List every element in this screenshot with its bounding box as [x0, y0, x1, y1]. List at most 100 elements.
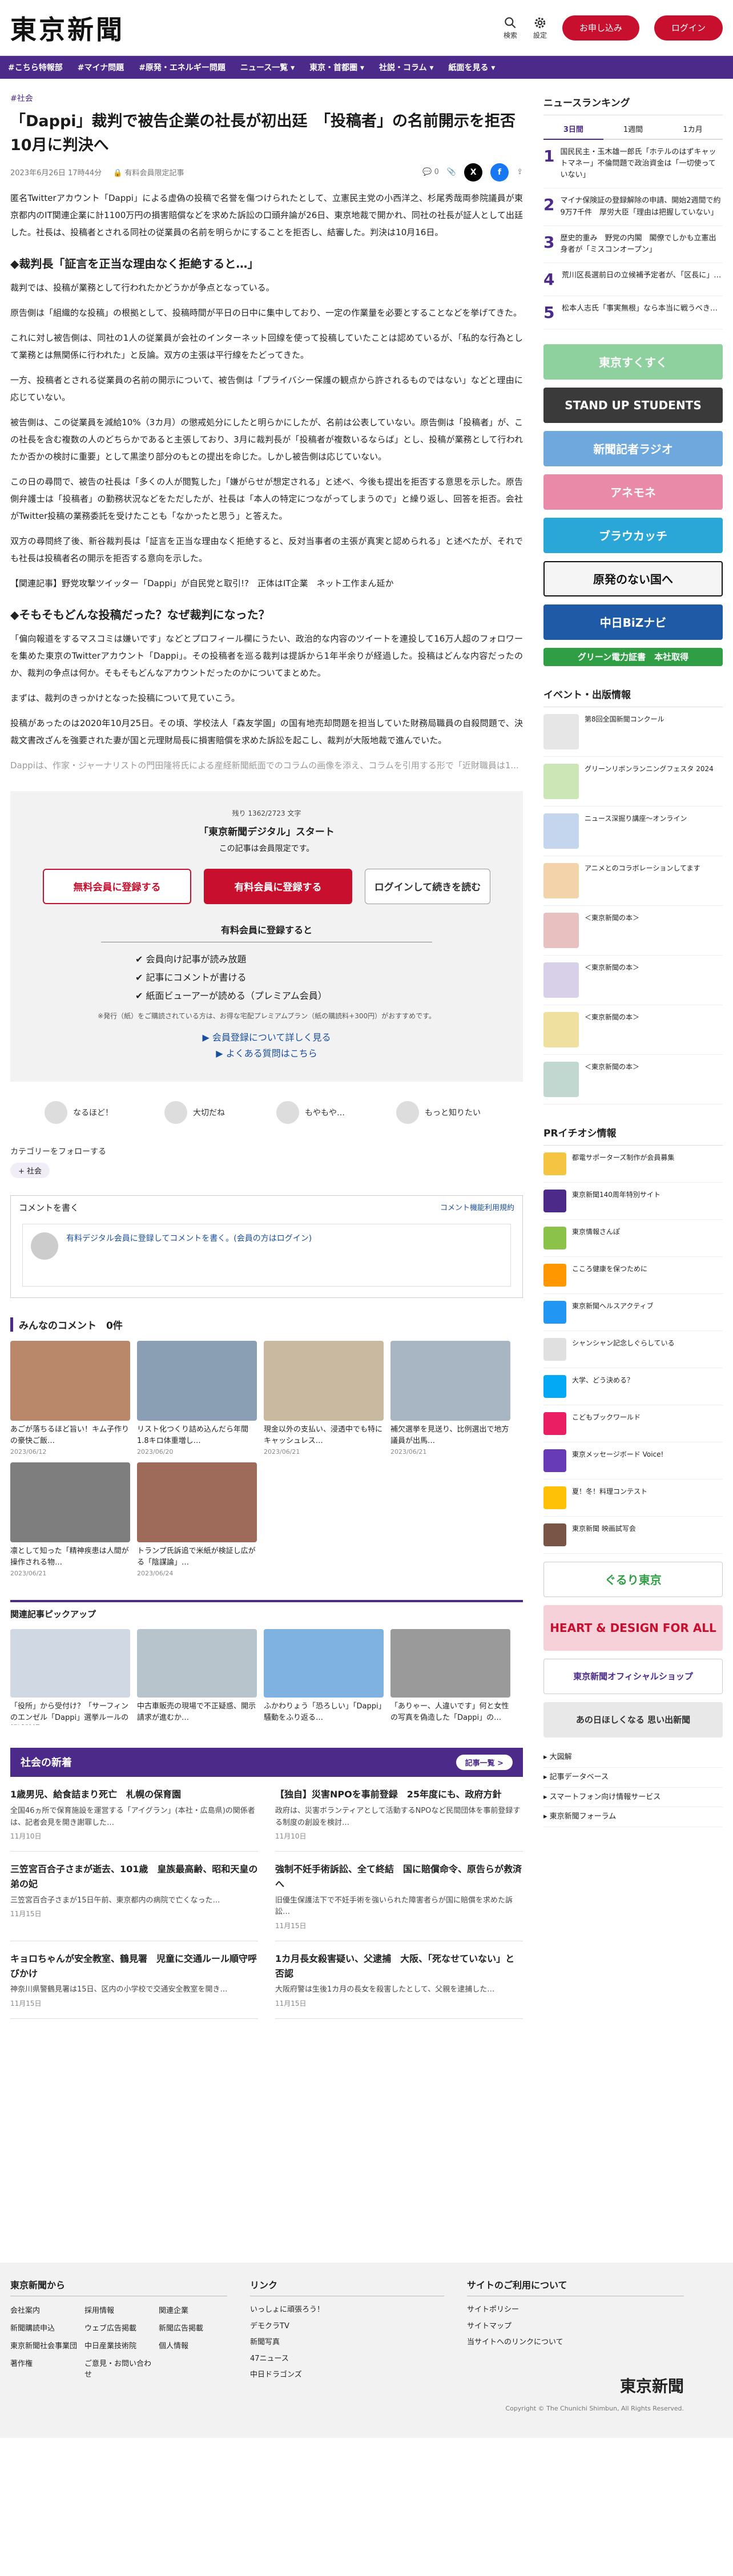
tab-3days[interactable]: 3日間 — [543, 119, 603, 140]
paid-register-button[interactable]: 有料会員に登録する — [204, 868, 352, 904]
news-more-button[interactable]: 記事一覧 > — [456, 1755, 513, 1771]
event-item[interactable]: アニメとのコラボレーションしてます — [543, 856, 723, 906]
sidebar-link[interactable]: ▸ 大図解 — [543, 1748, 723, 1768]
follow-tag-button[interactable]: + 社会 — [10, 1163, 50, 1179]
pr-item[interactable]: 東京新聞140周年特別サイト — [543, 1183, 723, 1220]
article-card[interactable]: あごが落ちるほど旨い！キム子作りの豪快ご飯… 2023/06/12 — [10, 1341, 130, 1456]
site-logo[interactable]: 東京新聞 — [10, 9, 124, 47]
ad-banner[interactable]: あの日ほしくなる 思い出新聞 — [543, 1702, 723, 1738]
footer-link[interactable]: 著作権 — [10, 2357, 79, 2379]
event-item[interactable]: 第8回全国新聞コンクール — [543, 707, 723, 757]
ad-banner[interactable]: ぐるり東京 — [543, 1561, 723, 1597]
event-item[interactable]: グリーンリボンランニングフェスタ 2024 — [543, 757, 723, 807]
footer-link[interactable]: 47ニュース — [250, 2351, 444, 2368]
pr-item[interactable]: 東京メッセージボード Voice! — [543, 1442, 723, 1480]
nav-item[interactable]: #マイナ問題 — [78, 62, 124, 73]
promo-banner[interactable]: 新聞記者ラジオ — [543, 430, 723, 466]
event-item[interactable]: ＜東京新聞の本＞ — [543, 956, 723, 1005]
reaction-button[interactable]: もやもや… — [276, 1101, 345, 1124]
footer-link[interactable]: 新聞購読申込 — [10, 2322, 79, 2333]
reaction-button[interactable]: もっと知りたい — [396, 1101, 481, 1124]
footer-link[interactable]: いっしょに頑張ろう！ — [250, 2302, 444, 2319]
promo-banner[interactable]: 原発のない国へ — [543, 561, 723, 596]
comment-rules-link[interactable]: コメント機能利用規約 — [440, 1202, 514, 1214]
share-icon[interactable]: ⇪ — [517, 168, 523, 176]
pickup-card[interactable]: ふかわりょう「恐ろしい」「Dappi」騒動をふり返る… — [264, 1629, 384, 1725]
pr-item[interactable]: シャンシャン記念しぐらしている — [543, 1331, 723, 1368]
event-item[interactable]: ＜東京新聞の本＞ — [543, 1005, 723, 1055]
promo-banner[interactable]: グリーン電力証書 本社取得 — [543, 647, 723, 666]
free-register-button[interactable]: 無料会員に登録する — [43, 868, 191, 904]
facebook-share-icon[interactable]: f — [490, 163, 509, 182]
footer-link[interactable]: ご意見・お問い合わせ — [84, 2357, 153, 2379]
reaction-button[interactable]: なるほど！ — [45, 1101, 113, 1124]
pickup-card[interactable]: 「役所」から受付け？「サーフィンのエンゼル「Dappi」選挙ルールの記述確認… — [10, 1629, 130, 1725]
pr-item[interactable]: 夏！冬！料理コンテスト — [543, 1480, 723, 1517]
ranking-item[interactable]: 3 歴史的重み 野党の内閣 閣僚でしかも立憲出身者が「ミスコンオープン」 — [543, 226, 723, 263]
article-card[interactable]: トランプ氏訴追で米紙が検証し広がる「陰謀論」… 2023/06/24 — [137, 1462, 257, 1577]
footer-link[interactable]: 中日ドラゴンズ — [250, 2367, 444, 2384]
article-category[interactable]: #社会 — [10, 92, 523, 104]
promo-banner[interactable]: 中日BiZナビ — [543, 604, 723, 640]
nav-item[interactable]: 社説・コラム ▾ — [379, 62, 433, 73]
ranking-item[interactable]: 1 国民民主・玉木雄一郎氏「ホテルのはずキャットマネー」不倫問題で政治資金は「一切… — [543, 140, 723, 189]
ranking-item[interactable]: 5 松本人志氏「事実無根」なら本当に戦うべき… — [543, 296, 723, 329]
settings-button[interactable]: 設定 — [533, 15, 547, 40]
promo-banner[interactable]: STAND UP STUDENTS — [543, 387, 723, 423]
pr-item[interactable]: 都電サポーターズ制作が会員募集 — [543, 1146, 723, 1183]
register-button[interactable]: お申し込み — [562, 15, 639, 41]
event-item[interactable]: ＜東京新聞の本＞ — [543, 906, 723, 956]
news-item[interactable]: 【独自】災害NPOを事前登録 25年度にも、政府方針 政府は、災害ボランティアとし… — [275, 1777, 523, 1852]
sidebar-link[interactable]: ▸ 記事データベース — [543, 1768, 723, 1788]
pr-item[interactable]: 大学、どう決める？ — [543, 1368, 723, 1405]
ad-banner[interactable]: 東京新聞オフィシャルショップ — [543, 1658, 723, 1694]
reaction-button[interactable]: 大切だね — [164, 1101, 225, 1124]
pickup-card[interactable]: 「ありゃー、人違いです」何と女性の写真を偽造した「Dappi」の… — [390, 1629, 510, 1725]
clip-icon[interactable]: 📎 — [447, 168, 456, 176]
pr-item[interactable]: こころ健康を保つために — [543, 1257, 723, 1294]
footer-link[interactable]: 個人情報 — [159, 2340, 227, 2351]
pickup-card[interactable]: 中古車販売の現場で不正疑惑、開示請求が進むか… — [137, 1629, 257, 1725]
footer-link[interactable]: 採用情報 — [84, 2304, 153, 2315]
pr-item[interactable]: 東京情報さんぽ — [543, 1220, 723, 1257]
event-item[interactable]: ＜東京新聞の本＞ — [543, 1055, 723, 1104]
event-item[interactable]: ニュース深掘り講座〜オンライン — [543, 807, 723, 856]
membership-details-link[interactable]: ▶ 会員登録について詳しく見る — [10, 1030, 523, 1046]
news-item[interactable]: 1歳男児、給食詰まり死亡 札幌の保育園 全国46ヵ所で保育施設を運営する「アイグラ… — [10, 1777, 258, 1852]
promo-banner[interactable]: ブラウカッチ — [543, 517, 723, 553]
article-card[interactable]: 補欠選挙を見送り、比例選出で地方議員が出馬… 2023/06/21 — [390, 1341, 510, 1456]
footer-link[interactable]: 当サイトへのリンクについて — [467, 2335, 684, 2351]
footer-link[interactable]: サイトポリシー — [467, 2302, 684, 2319]
footer-link[interactable]: 関連企業 — [159, 2304, 227, 2315]
promo-banner[interactable]: 東京すくすく — [543, 344, 723, 380]
sidebar-link[interactable]: ▸ 東京新聞フォーラム — [543, 1807, 723, 1828]
footer-link[interactable]: ウェブ広告掲載 — [84, 2322, 153, 2333]
search-button[interactable]: 検索 — [503, 15, 518, 40]
faq-link[interactable]: ▶ よくある質問はこちら — [10, 1046, 523, 1062]
footer-link[interactable]: サイトマップ — [467, 2319, 684, 2335]
comment-count[interactable]: 💬 0 — [422, 168, 439, 176]
footer-link[interactable]: 東京新聞社会事業団 — [10, 2340, 79, 2351]
footer-link[interactable]: 会社案内 — [10, 2304, 79, 2315]
login-button[interactable]: ログイン — [654, 15, 723, 41]
footer-link[interactable]: 中日産業技術院 — [84, 2340, 153, 2351]
promo-banner[interactable]: アネモネ — [543, 474, 723, 510]
ranking-item[interactable]: 2 マイナ保険証の登録解除の申請、開始2週間で約9万7千件 厚労大臣「理由は把握し… — [543, 188, 723, 226]
sidebar-link[interactable]: ▸ スマートフォン向け情報サービス — [543, 1788, 723, 1808]
news-item[interactable]: 三笠宮百合子さまが逝去、101歳 皇族最高齢、昭和天皇の弟の妃 三笠宮百合子さまが… — [10, 1852, 258, 1942]
comment-register-link[interactable]: 有料デジタル会員に登録してコメントを書く。(会員の方はログイン) — [66, 1232, 312, 1244]
pr-item[interactable]: こどもブックワールド — [543, 1405, 723, 1442]
comment-input[interactable]: 有料デジタル会員に登録してコメントを書く。(会員の方はログイン) — [22, 1224, 511, 1287]
tab-1month[interactable]: 1カ月 — [663, 119, 723, 140]
nav-item[interactable]: 東京・首都圏 ▾ — [309, 62, 364, 73]
nav-item[interactable]: #原発・エネルギー問題 — [139, 62, 225, 73]
pr-item[interactable]: 東京新聞 映画試写会 — [543, 1517, 723, 1554]
article-card[interactable]: リスト化つくり詰め込んだら年間1.8キロ体重増し… 2023/06/20 — [137, 1341, 257, 1456]
nav-item[interactable]: ニュース一覧 ▾ — [240, 62, 295, 73]
tab-1week[interactable]: 1週間 — [603, 119, 663, 140]
pr-item[interactable]: 東京新聞ヘルスアクティブ — [543, 1294, 723, 1331]
footer-link[interactable]: 新聞写真 — [250, 2335, 444, 2351]
nav-item[interactable]: 紙面を見る ▾ — [449, 62, 496, 73]
x-share-icon[interactable]: X — [464, 163, 483, 182]
footer-link[interactable]: デモクラTV — [250, 2319, 444, 2335]
